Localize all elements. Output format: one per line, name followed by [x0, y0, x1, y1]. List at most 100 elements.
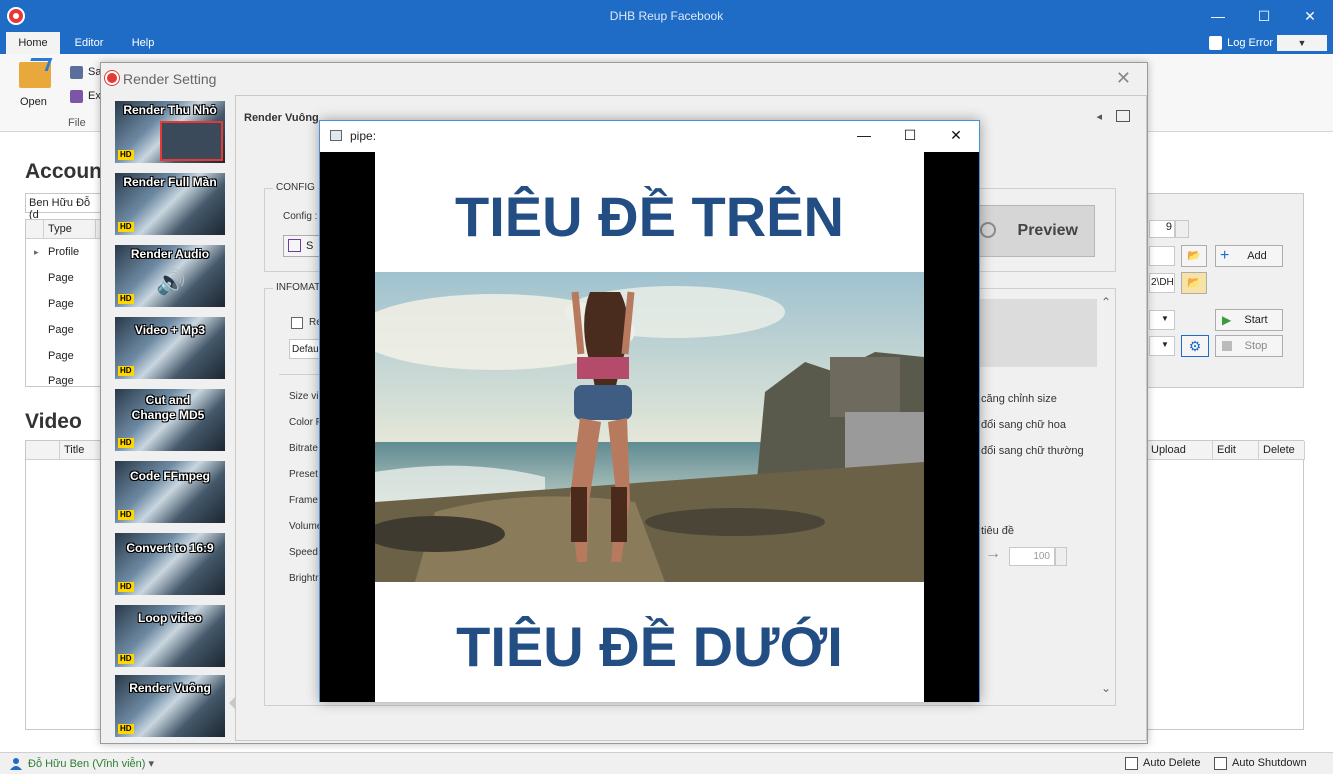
- title-spin-field[interactable]: 100: [1009, 547, 1055, 566]
- splitter-arrow: [229, 697, 235, 709]
- tab-home[interactable]: Home: [6, 32, 60, 54]
- tab-help[interactable]: Help: [118, 32, 168, 54]
- spin-field[interactable]: 9: [1149, 220, 1175, 238]
- auto-shutdown-checkbox[interactable]: Auto Shutdown: [1214, 757, 1307, 770]
- tab-editor[interactable]: Editor: [64, 32, 114, 54]
- menu-label: Video + Mp3: [134, 323, 206, 337]
- menu-render-full-man[interactable]: Render Full Màn HD: [115, 173, 225, 235]
- pipe-preview-window: pipe: — ☐ ✕ TIÊU ĐỀ TRÊN TIÊU ĐỀ DƯỚI: [319, 120, 980, 702]
- checkbox-box[interactable]: [291, 317, 303, 329]
- menu-label: Code FFmpeg: [130, 469, 210, 483]
- user-label: Đỗ Hữu Ben (Vĩnh viễn): [28, 758, 146, 770]
- save-config-button[interactable]: S: [283, 235, 323, 257]
- video-header-delete[interactable]: Delete: [1259, 441, 1305, 460]
- preview-button[interactable]: Preview: [977, 205, 1095, 257]
- settings-button[interactable]: ⚙: [1181, 335, 1209, 357]
- stop-button[interactable]: Stop: [1215, 335, 1283, 357]
- menu-render-vuong[interactable]: Render Vuông HD: [115, 675, 225, 737]
- account-select[interactable]: Ben Hữu Đỗ (d: [25, 193, 105, 221]
- path-field[interactable]: 2\DHE: [1149, 273, 1175, 293]
- scroll-down-icon[interactable]: ⌄: [1101, 681, 1111, 695]
- table-row[interactable]: Page: [48, 324, 74, 336]
- add-label: Add: [1247, 250, 1267, 262]
- menu-label: Render Thu Nhỏ: [123, 103, 217, 117]
- title-bar: DHB Reup Facebook — ☐ ✕: [0, 0, 1333, 32]
- brightness-label: Brightr: [289, 573, 319, 584]
- arrow-icon: →: [985, 545, 1001, 562]
- auto-shutdown-label: Auto Shutdown: [1232, 757, 1307, 769]
- table-row[interactable]: Page: [48, 375, 74, 387]
- right-control-panel: 9 📂 + Add 2\DHE 📂 ▼ ▶ Start ▼ ⚙ Stop: [1146, 193, 1304, 388]
- speed-label: Speed: [289, 547, 318, 558]
- open-folder-button[interactable]: 📂: [1181, 245, 1207, 267]
- menu-render-thu-nho[interactable]: Render Thu Nhỏ HD: [115, 101, 225, 163]
- menu-loop-video[interactable]: Loop video HD: [115, 605, 225, 667]
- menu-video-mp3[interactable]: Video + Mp3 HD: [115, 317, 225, 379]
- app-title: DHB Reup Facebook: [609, 9, 724, 23]
- preview-label: Preview: [1017, 222, 1078, 239]
- hd-badge: HD: [118, 366, 134, 376]
- input-field[interactable]: [1149, 246, 1175, 266]
- pipe-close-button[interactable]: ✕: [933, 121, 979, 152]
- maximize-button[interactable]: ☐: [1241, 0, 1287, 32]
- table-row[interactable]: Page: [48, 350, 74, 362]
- hd-badge: HD: [118, 294, 134, 304]
- save-button[interactable]: Sa: [70, 66, 101, 79]
- option-stretch-size[interactable]: căng chỉnh size: [981, 393, 1057, 405]
- save-icon: [288, 239, 301, 252]
- close-button[interactable]: ✕: [1287, 0, 1333, 32]
- table-row[interactable]: Page: [48, 298, 74, 310]
- account-table: Type I ▸ Profile Page Page Page Page Pag…: [25, 219, 106, 387]
- option-uppercase[interactable]: đổi sang chữ hoa: [981, 419, 1066, 431]
- export-button[interactable]: Ex: [70, 90, 101, 103]
- video-canvas: TIÊU ĐỀ TRÊN TIÊU ĐỀ DƯỚI: [320, 152, 979, 702]
- log-dropdown[interactable]: ▼: [1277, 35, 1327, 51]
- user-menu[interactable]: Đỗ Hữu Ben (Vĩnh viễn) ▾: [10, 757, 154, 770]
- re-checkbox[interactable]: Re: [291, 317, 322, 329]
- add-button[interactable]: + Add: [1215, 245, 1283, 267]
- checkbox-box[interactable]: [1125, 757, 1138, 770]
- config-label: Config :: [283, 211, 318, 222]
- log-error-button[interactable]: Log Error: [1209, 35, 1273, 51]
- option-title[interactable]: tiêu đề: [981, 525, 1014, 537]
- export-icon: [70, 90, 83, 103]
- video-header-upload[interactable]: Upload: [1147, 441, 1213, 460]
- minimize-button[interactable]: —: [1195, 0, 1241, 32]
- menu-cut-change-md5[interactable]: Cut and Change MD5 HD: [115, 389, 225, 451]
- panel-nav-icon[interactable]: ◂: [1096, 110, 1102, 123]
- separator: [279, 374, 323, 375]
- export-label: Ex: [88, 90, 101, 102]
- table-header-type[interactable]: Type: [44, 220, 96, 239]
- chevron-down-icon: ▼: [1161, 340, 1169, 349]
- menu-code-ffmpeg[interactable]: Code FFmpeg HD: [115, 461, 225, 523]
- menu-render-audio[interactable]: Render Audio 🔊 HD: [115, 245, 225, 307]
- spin-buttons[interactable]: [1175, 220, 1189, 238]
- auto-delete-checkbox[interactable]: Auto Delete: [1125, 757, 1200, 770]
- pipe-maximize-button[interactable]: ☐: [887, 121, 933, 152]
- exit-panel-icon[interactable]: [1116, 110, 1130, 122]
- menu-convert-16-9[interactable]: Convert to 16:9 HD: [115, 533, 225, 595]
- hd-badge: HD: [118, 582, 134, 592]
- table-row[interactable]: Page: [48, 272, 74, 284]
- video-header-edit[interactable]: Edit: [1213, 441, 1259, 460]
- start-button[interactable]: ▶ Start: [1215, 309, 1283, 331]
- video-frame: TIÊU ĐỀ TRÊN TIÊU ĐỀ DƯỚI: [375, 152, 924, 702]
- open-label[interactable]: Open: [20, 96, 47, 108]
- scroll-up-icon[interactable]: ⌃: [1101, 295, 1111, 309]
- title-spin-buttons[interactable]: [1055, 547, 1067, 566]
- option-lowercase[interactable]: đổi sang chữ thường: [981, 445, 1084, 457]
- dialog-close-button[interactable]: ✕: [1116, 68, 1131, 89]
- thumbnail-frame: [160, 121, 223, 161]
- bottom-title-text: TIÊU ĐỀ DƯỚI: [456, 615, 843, 678]
- user-icon: [10, 758, 22, 770]
- open-folder-icon[interactable]: [19, 62, 51, 88]
- browse-folder-button[interactable]: 📂: [1181, 272, 1207, 294]
- status-bar: Đỗ Hữu Ben (Vĩnh viễn) ▾ Auto Delete Aut…: [0, 752, 1333, 774]
- default-select[interactable]: Defau: [289, 339, 323, 359]
- table-row[interactable]: Profile: [48, 246, 79, 258]
- start-label: Start: [1244, 314, 1268, 326]
- pipe-minimize-button[interactable]: —: [841, 121, 887, 152]
- video-table-right: Upload Edit Delete: [1146, 440, 1305, 730]
- menu-label: Render Full Màn: [123, 175, 217, 189]
- checkbox-box[interactable]: [1214, 757, 1227, 770]
